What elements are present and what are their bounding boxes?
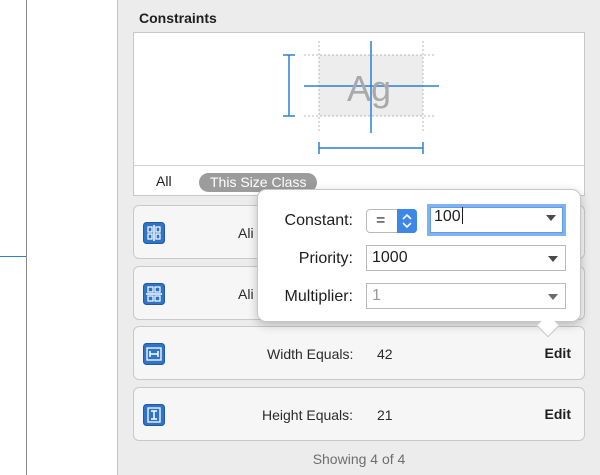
section-title: Constraints: [139, 10, 217, 26]
priority-label: Priority:: [298, 250, 353, 267]
constraint-edit-popover: Constant: = 100 Priority: 1000 Multiplie…: [257, 189, 581, 338]
constraint-row-height[interactable]: Height Equals: 21 Edit: [133, 387, 585, 441]
canvas-area[interactable]: [0, 0, 117, 475]
multiplier-value: 1: [372, 287, 381, 304]
multiplier-field[interactable]: 1: [366, 283, 566, 309]
constraint-value: 42: [377, 346, 393, 362]
constant-value: 100: [434, 208, 461, 225]
constraint-label: Height Equals:: [262, 407, 354, 423]
constraint-label: Ali: [238, 286, 254, 302]
priority-value: 1000: [372, 249, 408, 266]
preview-text: Ag: [347, 68, 392, 109]
multiplier-label: Multiplier:: [284, 288, 353, 305]
chevron-down-icon: [548, 256, 558, 262]
text-cursor: [461, 207, 463, 224]
constraints-preview: Ag All This Size Class: [133, 32, 585, 196]
canvas-guide-line: [0, 256, 26, 257]
relation-value: =: [376, 212, 386, 229]
chevron-up-down-icon: [397, 209, 417, 233]
constant-field[interactable]: 100: [427, 204, 566, 236]
chevron-down-icon: [546, 215, 556, 221]
constraint-value: 21: [377, 407, 393, 423]
canvas-view-edge: [26, 0, 27, 475]
edit-button[interactable]: Edit: [545, 406, 571, 422]
constraint-row-width[interactable]: Width Equals: 42 Edit: [133, 326, 585, 380]
width-constraint-icon: [143, 343, 165, 365]
priority-field[interactable]: 1000: [366, 245, 566, 271]
constraint-label: Width Equals:: [267, 346, 354, 362]
filter-all[interactable]: All: [156, 173, 172, 189]
edit-button[interactable]: Edit: [545, 345, 571, 361]
chevron-down-icon: [548, 294, 558, 300]
align-vertical-centers-icon: [143, 283, 165, 305]
constraint-label: Ali: [238, 225, 254, 241]
align-horizontal-centers-icon: [143, 222, 165, 244]
relation-select[interactable]: =: [366, 209, 417, 233]
showing-count: Showing 4 of 4: [312, 451, 406, 467]
constant-label: Constant:: [284, 212, 353, 229]
height-constraint-icon: [143, 404, 165, 426]
